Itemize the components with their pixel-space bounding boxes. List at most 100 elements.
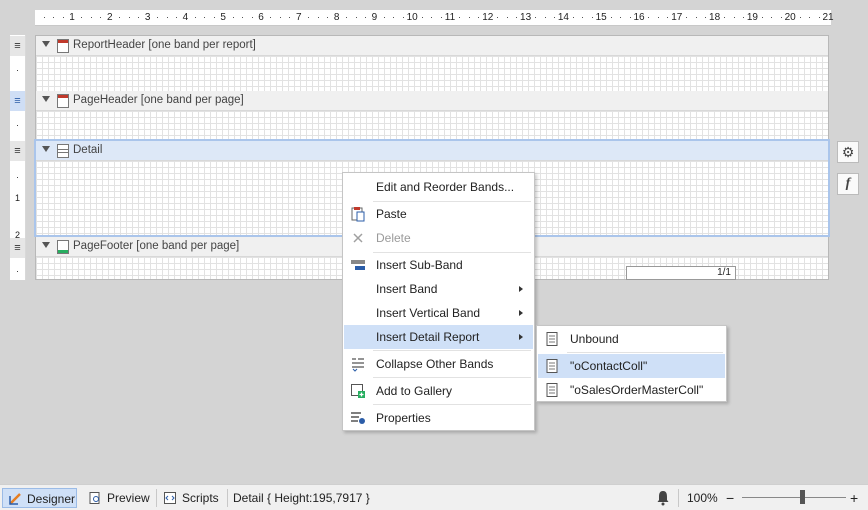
band-body-page-header[interactable] — [36, 111, 828, 141]
collapse-icon — [352, 358, 364, 372]
ruler-minor-tick — [138, 17, 140, 18]
collapse-arrow-icon[interactable] — [42, 41, 50, 47]
scripts-tab[interactable]: Scripts — [158, 488, 226, 508]
gear-icon[interactable]: ⚙ — [837, 141, 859, 163]
band-handle-report-header[interactable]: ≡ — [10, 36, 25, 56]
menu-item-add-to-gallery[interactable]: Add to Gallery — [344, 379, 533, 403]
submenu-item-osalesordermastercoll[interactable]: "oSalesOrderMasterColl" — [538, 378, 725, 402]
properties-icon — [351, 412, 365, 424]
collapse-arrow-icon[interactable] — [42, 96, 50, 102]
page-number-field[interactable]: 1/1 — [626, 266, 736, 280]
collapse-arrow-icon[interactable] — [42, 242, 50, 248]
ruler-minor-tick — [100, 17, 102, 18]
detail-report-submenu: Unbound "oContactColl" "oSalesOrderMaste… — [536, 325, 727, 402]
ruler-minor-tick — [657, 17, 659, 18]
ruler-minor-tick — [289, 17, 291, 18]
menu-item-properties[interactable]: Properties — [344, 406, 533, 430]
menu-item-insert-band[interactable]: Insert Band — [344, 277, 533, 301]
menu-item-delete[interactable]: Delete — [344, 226, 533, 250]
zoom-slider-thumb[interactable] — [800, 490, 806, 504]
menu-item-edit-reorder-bands[interactable]: Edit and Reorder Bands... — [344, 175, 533, 199]
preview-icon — [89, 492, 100, 504]
submenu-item-unbound[interactable]: Unbound — [538, 327, 725, 351]
ruler-minor-tick — [497, 17, 499, 18]
ruler-minor-tick — [818, 17, 820, 18]
ruler-minor-tick — [516, 17, 518, 18]
band-handle-detail[interactable]: ≡ — [10, 141, 25, 161]
sub-band-icon — [351, 260, 365, 270]
ruler-mark-1: 1 — [14, 193, 20, 203]
submenu-arrow-icon — [519, 286, 523, 292]
band-detail[interactable]: Detail — [36, 141, 828, 161]
bell-icon[interactable] — [656, 490, 670, 506]
submenu-item-ocontactcoll[interactable]: "oContactColl" — [538, 354, 725, 378]
ruler-tick: 6 — [258, 12, 264, 23]
ruler-minor-tick — [629, 17, 631, 18]
submenu-arrow-icon — [519, 310, 523, 316]
zoom-out-button[interactable]: − — [726, 488, 738, 508]
ruler-minor-tick — [440, 17, 442, 18]
menu-item-insert-sub-band[interactable]: Insert Sub-Band — [344, 253, 533, 277]
zoom-level[interactable]: 100% — [687, 488, 721, 508]
report-icon — [546, 359, 558, 373]
ruler-minor-tick — [591, 17, 593, 18]
ruler-minor-tick — [402, 17, 404, 18]
ruler-minor-tick — [478, 17, 480, 18]
band-report-header[interactable]: ReportHeader [one band per report] — [36, 36, 828, 56]
report-icon — [546, 383, 558, 397]
function-icon[interactable]: f — [837, 173, 859, 195]
ruler-minor-tick — [213, 17, 215, 18]
ruler-minor-tick — [270, 17, 272, 18]
ruler-tick: 13 — [520, 12, 532, 23]
band-title: PageFooter [one band per page] — [73, 240, 240, 252]
ruler-tick: 20 — [784, 12, 796, 23]
menu-item-collapse-other-bands[interactable]: Collapse Other Bands — [344, 352, 533, 376]
ruler-minor-tick — [761, 17, 763, 18]
ruler-minor-tick — [279, 17, 281, 18]
ruler-tick: 16 — [633, 12, 645, 23]
ruler-minor-tick — [81, 17, 83, 18]
zoom-in-button[interactable]: + — [850, 488, 862, 508]
ruler-minor-tick — [780, 17, 782, 18]
preview-tab[interactable]: Preview — [83, 488, 153, 508]
ruler-minor-tick — [327, 17, 329, 18]
zoom-slider-track[interactable] — [742, 497, 846, 498]
menu-item-paste[interactable]: Paste — [344, 202, 533, 226]
band-body-report-header[interactable] — [36, 56, 828, 91]
menu-separator — [373, 404, 531, 405]
ruler-minor-tick — [119, 17, 121, 18]
band-handle-page-header[interactable]: ≡ — [10, 91, 25, 111]
band-page-header[interactable]: PageHeader [one band per page] — [36, 91, 828, 111]
menu-item-insert-vertical-band[interactable]: Insert Vertical Band — [344, 301, 533, 325]
divider — [156, 489, 157, 507]
ruler-tick: 10 — [406, 12, 418, 23]
designer-tab[interactable]: Designer — [2, 488, 77, 508]
band-title: ReportHeader [one band per report] — [73, 39, 256, 51]
ruler-mark: · — [16, 172, 19, 182]
ruler-minor-tick — [468, 17, 470, 18]
menu-separator — [373, 377, 531, 378]
ruler-minor-tick — [742, 17, 744, 18]
ruler-tick: 19 — [746, 12, 758, 23]
horizontal-ruler: 1 2 3 4 5 6 7 8 9 10 11 12 13 14 15 16 17 18 19 20 21 — [35, 10, 834, 26]
detail-band-icon — [57, 144, 69, 158]
ruler-tick: 7 — [296, 12, 302, 23]
ruler-minor-tick — [799, 17, 801, 18]
ruler-mark: · — [16, 65, 19, 75]
ruler-minor-tick — [648, 17, 650, 18]
ruler-minor-tick — [157, 17, 159, 18]
ruler-minor-tick — [355, 17, 357, 18]
menu-separator — [373, 350, 531, 351]
ruler-tick: 14 — [557, 12, 569, 23]
divider — [678, 489, 679, 507]
collapse-arrow-icon[interactable] — [42, 146, 50, 152]
ruler-tick: 1 — [69, 12, 75, 23]
ruler-minor-tick — [128, 17, 130, 18]
menu-item-insert-detail-report[interactable]: Insert Detail Report — [344, 325, 533, 349]
context-menu: Edit and Reorder Bands... Paste Delete I… — [342, 172, 535, 431]
menu-separator — [567, 352, 723, 353]
ruler-mark: · — [16, 120, 19, 130]
ruler-minor-tick — [308, 17, 310, 18]
ruler-minor-tick — [809, 17, 811, 18]
band-handle-page-footer[interactable]: ≡ — [10, 238, 25, 258]
